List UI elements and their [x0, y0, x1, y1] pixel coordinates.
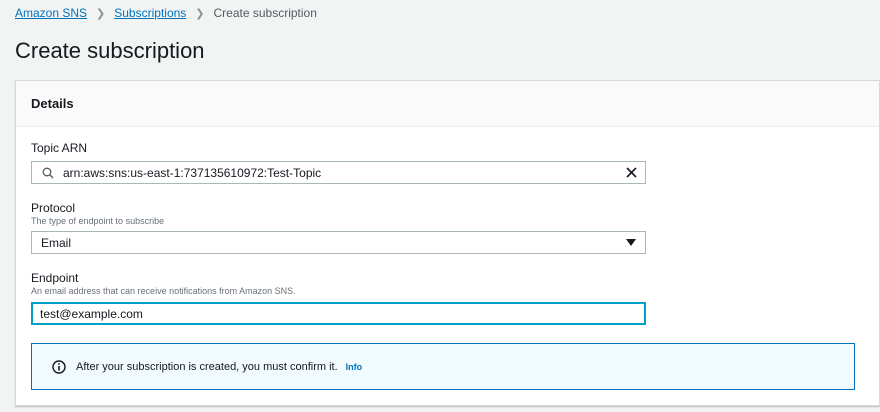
endpoint-input[interactable]	[40, 306, 645, 321]
details-heading: Details	[31, 96, 74, 111]
breadcrumb: Amazon SNS ❯ Subscriptions ❯ Create subs…	[15, 6, 317, 20]
topic-arn-value: arn:aws:sns:us-east-1:737135610972:Test-…	[63, 165, 322, 180]
alert-message: After your subscription is created, you …	[76, 360, 338, 373]
endpoint-input-wrapper	[31, 302, 646, 325]
topic-arn-label: Topic ARN	[31, 141, 88, 155]
endpoint-label: Endpoint	[31, 271, 79, 285]
breadcrumb-current: Create subscription	[213, 6, 317, 20]
chevron-right-icon: ❯	[195, 7, 205, 20]
endpoint-description: An email address that can receive notifi…	[31, 286, 296, 296]
details-panel: Details Topic ARN arn:aws:sns:us-east-1:…	[15, 80, 880, 406]
topic-arn-field: Topic ARN	[31, 141, 646, 155]
caret-down-icon	[619, 239, 643, 246]
search-icon	[38, 167, 58, 179]
info-icon	[52, 359, 66, 374]
protocol-description: The type of endpoint to subscribe	[31, 216, 165, 226]
info-alert: After your subscription is created, you …	[31, 343, 855, 390]
protocol-field: Protocol The type of endpoint to subscri…	[31, 201, 646, 226]
breadcrumb-link-subscriptions[interactable]: Subscriptions	[114, 6, 186, 20]
chevron-right-icon: ❯	[96, 7, 106, 20]
breadcrumb-link-amazon-sns[interactable]: Amazon SNS	[15, 6, 87, 20]
protocol-select[interactable]: Email	[31, 231, 646, 254]
info-link[interactable]: Info	[346, 362, 363, 372]
topic-arn-input[interactable]: arn:aws:sns:us-east-1:737135610972:Test-…	[31, 161, 646, 184]
details-panel-header: Details	[16, 81, 879, 127]
endpoint-field: Endpoint An email address that can recei…	[31, 271, 646, 296]
protocol-label: Protocol	[31, 201, 76, 215]
close-icon[interactable]	[619, 167, 643, 178]
protocol-value: Email	[41, 235, 72, 250]
page-title: Create subscription	[15, 38, 205, 63]
